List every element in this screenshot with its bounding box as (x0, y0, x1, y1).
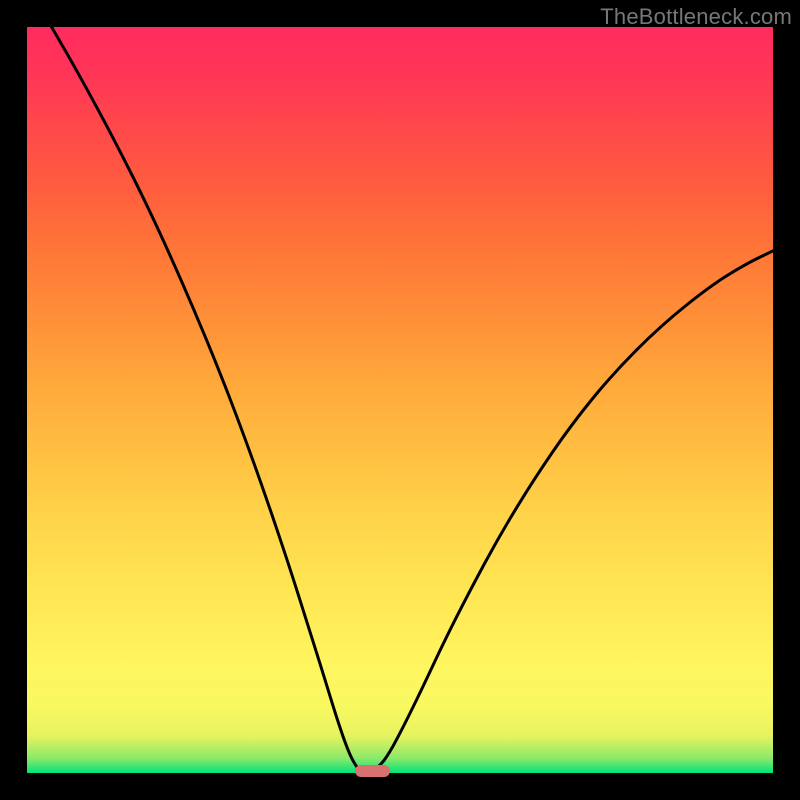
watermark-text: TheBottleneck.com (600, 4, 792, 30)
curve-path (52, 27, 773, 772)
chart-frame: TheBottleneck.com (0, 0, 800, 800)
plot-area (27, 27, 773, 773)
minimum-marker (355, 765, 390, 777)
bottleneck-curve (27, 27, 773, 773)
